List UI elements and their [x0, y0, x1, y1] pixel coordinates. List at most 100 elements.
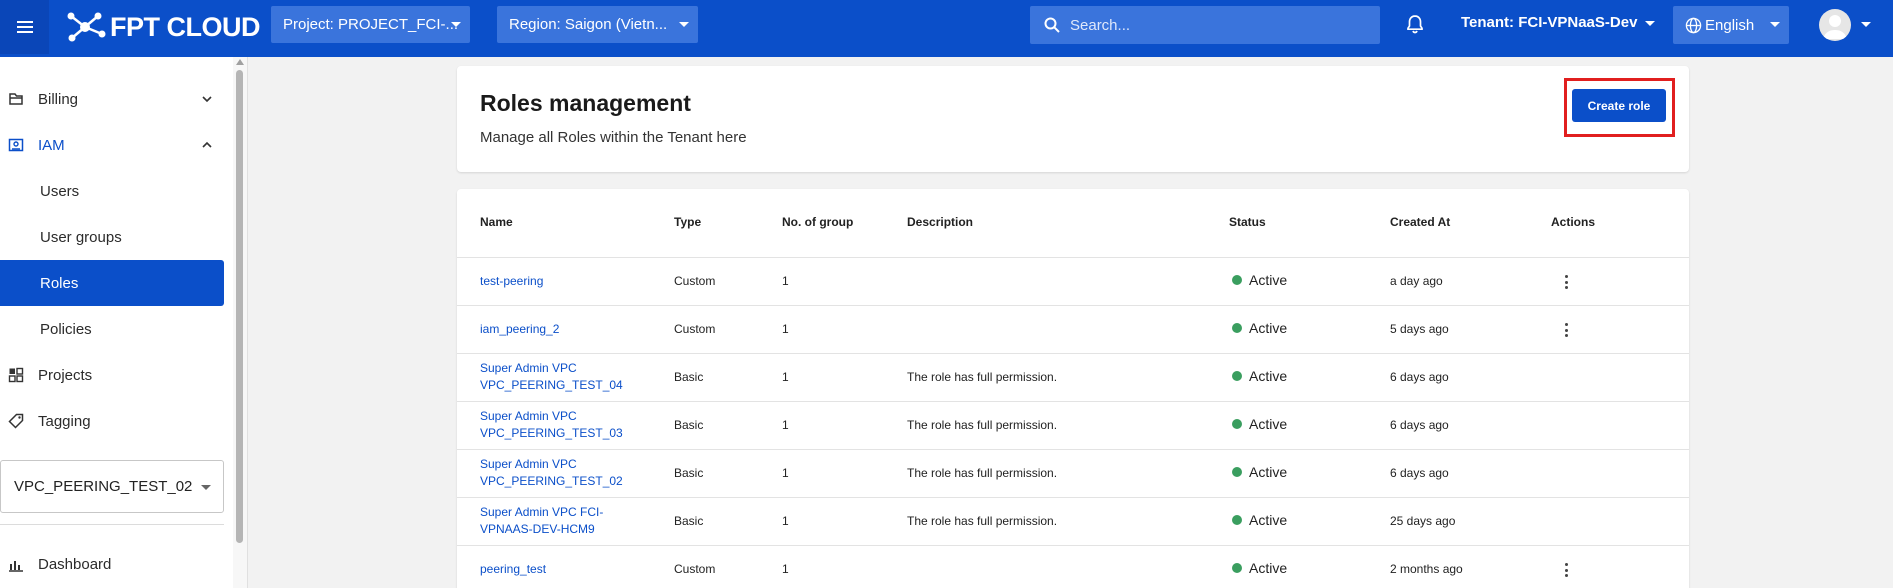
search-box[interactable]: [1030, 6, 1380, 44]
sidebar-item-user-groups[interactable]: User groups: [0, 214, 224, 260]
page-title: Roles management: [480, 90, 691, 116]
status-label: Active: [1249, 512, 1288, 528]
status-dot-icon: [1232, 563, 1242, 573]
table-row: iam_peering_2 Custom 1 Active 5 days ago: [457, 305, 1689, 353]
role-name-line: VPC_PEERING_TEST_03: [480, 426, 623, 440]
role-created-at: a day ago: [1390, 274, 1443, 288]
notification-bell-icon[interactable]: [1404, 13, 1426, 40]
role-name-link[interactable]: Super Admin VPC VPC_PEERING_TEST_03: [480, 408, 623, 442]
projects-icon: [8, 367, 24, 383]
chevron-down-icon: [202, 96, 212, 103]
table-row: test-peering Custom 1 Active a day ago: [457, 257, 1689, 305]
chevron-down-icon: [1645, 21, 1656, 26]
role-group-count: 1: [782, 466, 789, 480]
sidebar-item-roles[interactable]: Roles: [0, 260, 224, 306]
fpt-logo-icon: [67, 12, 106, 42]
region-selector[interactable]: Region: Saigon (Vietn...: [497, 6, 698, 43]
role-description: The role has full permission.: [907, 370, 1058, 384]
sidebar-item-iam[interactable]: IAM: [0, 122, 224, 168]
chevron-down-icon: [201, 485, 211, 490]
status-dot-icon: [1232, 419, 1242, 429]
column-header-description[interactable]: Description: [907, 215, 973, 229]
project-dropdown[interactable]: VPC_PEERING_TEST_02: [0, 460, 224, 513]
role-created-at: 6 days ago: [1390, 418, 1449, 432]
project-selector[interactable]: Project: PROJECT_FCI-...: [271, 6, 470, 43]
role-name-line: VPC_PEERING_TEST_02: [480, 474, 623, 488]
page-subtitle: Manage all Roles within the Tenant here: [480, 129, 747, 146]
sidebar-item-policies[interactable]: Policies: [0, 306, 224, 352]
scroll-up-arrow-icon[interactable]: [236, 59, 244, 65]
brand-name: FPT CLOUD: [110, 11, 261, 42]
column-header-type[interactable]: Type: [674, 215, 701, 229]
role-name-link[interactable]: test-peering: [480, 273, 543, 290]
sidebar-item-users[interactable]: Users: [0, 168, 224, 214]
page-header-card: Roles management Manage all Roles within…: [457, 66, 1689, 172]
project-dropdown-value: VPC_PEERING_TEST_02: [14, 478, 193, 495]
table-row: peering_test Custom 1 Active 2 months ago: [457, 545, 1689, 588]
billing-icon: [9, 93, 23, 105]
role-type: Custom: [674, 322, 716, 336]
role-name-link[interactable]: Super Admin VPC VPC_PEERING_TEST_02: [480, 456, 623, 490]
sidebar-item-projects[interactable]: Projects: [0, 352, 224, 398]
role-name-link[interactable]: iam_peering_2: [480, 321, 559, 338]
sidebar-item-label: Policies: [40, 321, 92, 338]
sidebar-item-billing[interactable]: Billing: [0, 76, 224, 122]
role-group-count: 1: [782, 562, 789, 576]
sidebar-item-dashboard[interactable]: Dashboard: [0, 541, 224, 587]
column-header-groups[interactable]: No. of group: [782, 215, 853, 229]
table-row: Super Admin VPC VPC_PEERING_TEST_02 Basic 1…: [457, 449, 1689, 497]
language-label: English: [1705, 16, 1755, 34]
chevron-down-icon: [1770, 22, 1780, 27]
role-type: Basic: [674, 418, 704, 432]
role-name-link[interactable]: Super Admin VPC VPC_PEERING_TEST_04: [480, 360, 623, 394]
chevron-up-icon: [202, 141, 212, 148]
tenant-label: Tenant: FCI-VPNaaS-Dev: [1461, 14, 1638, 31]
sidebar-scroll-thumb[interactable]: [236, 70, 243, 543]
chevron-down-icon[interactable]: [1861, 22, 1871, 27]
role-type: Custom: [674, 274, 716, 288]
role-name-line: Super Admin VPC: [480, 361, 577, 375]
roles-table: Name Type No. of group Description Statu…: [457, 189, 1689, 588]
role-name-line: VPNAAS-DEV-HCM9: [480, 522, 595, 536]
role-name-link[interactable]: Super Admin VPC FCI- VPNAAS-DEV-HCM9: [480, 504, 603, 538]
region-selector-label: Region: Saigon (Vietn...: [509, 16, 668, 33]
sidebar-item-label: Users: [40, 183, 80, 200]
status-badge: Active: [1232, 512, 1287, 528]
status-dot-icon: [1232, 467, 1242, 477]
brand-logo[interactable]: FPT CLOUD: [62, 10, 261, 44]
status-dot-icon: [1232, 515, 1242, 525]
role-name-line: Super Admin VPC FCI-: [480, 505, 604, 519]
create-role-button[interactable]: Create role: [1572, 89, 1666, 122]
status-badge: Active: [1232, 320, 1287, 336]
status-label: Active: [1249, 464, 1288, 480]
column-header-created-at[interactable]: Created At: [1390, 215, 1450, 229]
column-header-status[interactable]: Status: [1229, 215, 1266, 229]
chevron-down-icon: [451, 22, 461, 27]
role-created-at: 25 days ago: [1390, 514, 1456, 528]
tenant-selector[interactable]: Tenant: FCI-VPNaaS-Dev: [1461, 14, 1656, 31]
more-actions-icon[interactable]: [1560, 272, 1572, 292]
hamburger-menu-icon[interactable]: [0, 0, 49, 54]
role-description: The role has full permission.: [907, 466, 1058, 480]
dashboard-icon: [9, 561, 23, 572]
status-label: Active: [1249, 368, 1288, 384]
globe-icon: [1685, 17, 1702, 33]
role-group-count: 1: [782, 514, 789, 528]
search-input[interactable]: [1070, 16, 1360, 34]
role-name-line: Super Admin VPC: [480, 409, 577, 423]
more-actions-icon[interactable]: [1560, 320, 1572, 340]
user-avatar-icon[interactable]: [1819, 9, 1851, 41]
sidebar-item-tagging[interactable]: Tagging: [0, 398, 224, 444]
language-selector[interactable]: English: [1673, 6, 1789, 44]
status-dot-icon: [1232, 371, 1242, 381]
tag-icon: [8, 413, 24, 429]
column-header-name[interactable]: Name: [480, 215, 513, 229]
sidebar-item-label: IAM: [38, 137, 65, 154]
table-row: Super Admin VPC VPC_PEERING_TEST_04 Basic 1…: [457, 353, 1689, 401]
search-icon: [1044, 17, 1060, 33]
sidebar-item-label: Projects: [38, 367, 93, 384]
more-actions-icon[interactable]: [1560, 560, 1572, 580]
role-group-count: 1: [782, 418, 789, 432]
role-name-link[interactable]: peering_test: [480, 561, 546, 578]
top-bar: FPT CLOUD Project: PROJECT_FCI-... Regio…: [0, 0, 1893, 57]
